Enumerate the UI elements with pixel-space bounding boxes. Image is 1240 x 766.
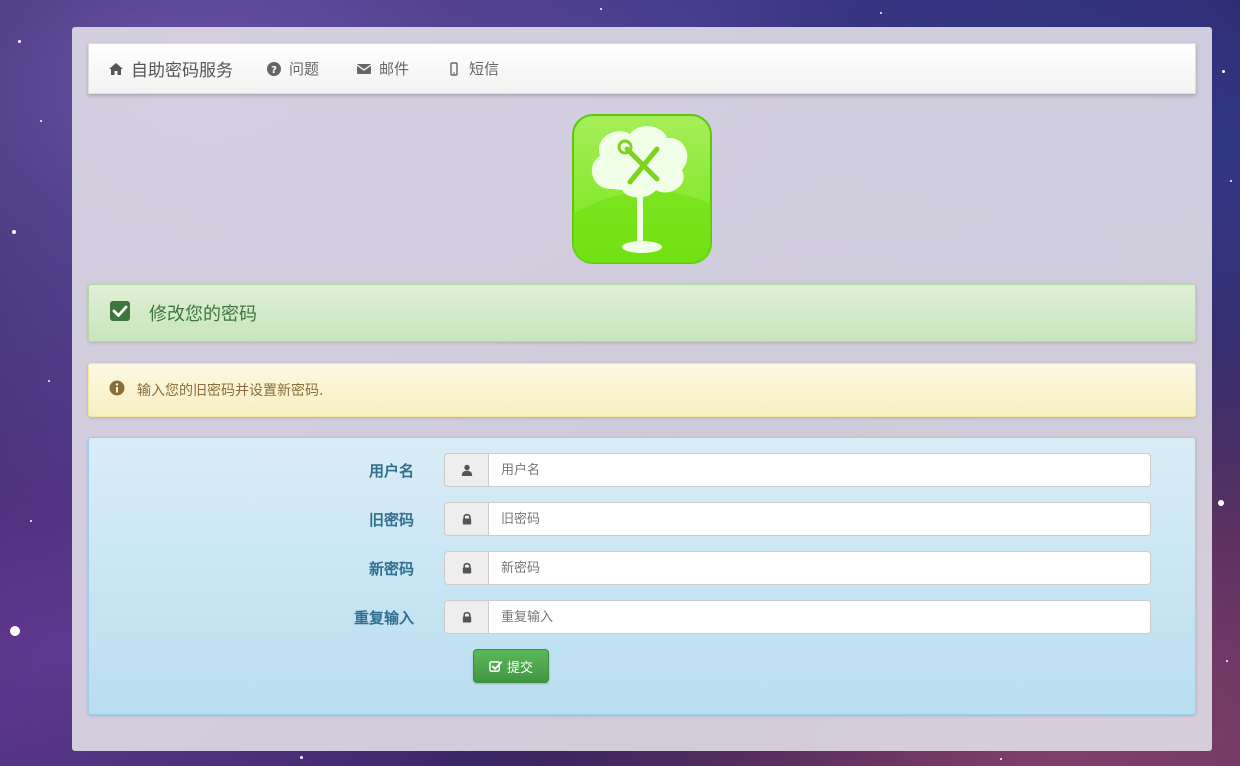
svg-text:?: ? xyxy=(271,65,277,76)
form-row-confirm-password: 重复输入 xyxy=(89,600,1197,634)
nav-brand-home[interactable]: 自助密码服务 xyxy=(107,56,233,81)
username-input-group xyxy=(444,453,1151,487)
change-password-form: 用户名 旧密码 新密码 xyxy=(88,437,1196,715)
nav-item-question[interactable]: ? 问题 xyxy=(265,58,319,79)
form-row-new-password: 新密码 xyxy=(89,551,1197,585)
mobile-icon xyxy=(445,60,463,78)
success-alert-title: 修改您的密码 xyxy=(149,304,257,325)
success-alert: 修改您的密码 xyxy=(88,284,1196,342)
user-icon xyxy=(444,453,488,487)
old-password-input-group xyxy=(444,502,1151,536)
info-circle-icon xyxy=(109,380,125,400)
check-square-o-icon xyxy=(489,660,502,672)
warning-alert-message: 输入您的旧密码并设置新密码. xyxy=(137,383,324,399)
tree-wrench-logo xyxy=(572,114,712,264)
old-password-input[interactable] xyxy=(488,502,1151,536)
main-panel: 自助密码服务 ? 问题 邮件 短信 修改您的密码 输入您的旧密码并设置新密码. … xyxy=(72,27,1212,751)
new-password-label: 新密码 xyxy=(368,559,414,578)
lock-icon xyxy=(444,600,488,634)
lock-icon xyxy=(444,502,488,536)
nav-item-mail-label: 邮件 xyxy=(379,60,410,78)
top-navbar: 自助密码服务 ? 问题 邮件 短信 xyxy=(88,43,1196,94)
submit-button-label: 提交 xyxy=(506,660,533,676)
nav-brand-label: 自助密码服务 xyxy=(131,61,233,81)
new-password-input[interactable] xyxy=(488,551,1151,585)
new-password-input-group xyxy=(444,551,1151,585)
nav-item-mail[interactable]: 邮件 xyxy=(355,58,409,79)
submit-button[interactable]: 提交 xyxy=(473,649,549,683)
nav-item-sms-label: 短信 xyxy=(469,60,500,78)
envelope-icon xyxy=(355,60,373,78)
confirm-password-label: 重复输入 xyxy=(353,608,414,627)
username-input[interactable] xyxy=(488,453,1151,487)
confirm-password-input[interactable] xyxy=(488,600,1151,634)
old-password-label: 旧密码 xyxy=(368,510,414,529)
check-square-icon xyxy=(109,300,131,326)
username-label: 用户名 xyxy=(368,461,414,480)
warning-alert: 输入您的旧密码并设置新密码. xyxy=(88,363,1196,417)
home-icon xyxy=(107,60,125,78)
confirm-password-input-group xyxy=(444,600,1151,634)
form-row-old-password: 旧密码 xyxy=(89,502,1197,536)
nav-item-question-label: 问题 xyxy=(289,60,320,78)
form-row-username: 用户名 xyxy=(89,453,1197,487)
lock-icon xyxy=(444,551,488,585)
nav-item-sms[interactable]: 短信 xyxy=(445,58,499,79)
question-circle-icon: ? xyxy=(265,60,283,78)
